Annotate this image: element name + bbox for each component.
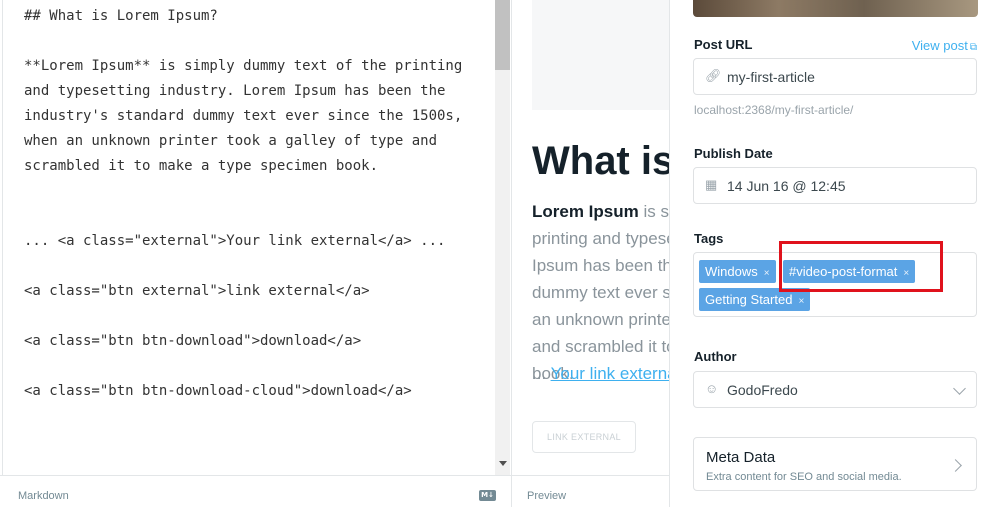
preview-label: Preview — [527, 490, 567, 502]
preview-heading: What is Lorem Ipsum? — [532, 139, 669, 183]
preview-image-placeholder — [532, 0, 669, 110]
user-icon: ☺ — [705, 381, 719, 396]
preview-footer: Preview — [512, 475, 669, 507]
md-line: <a class="btn external">link external</a… — [24, 283, 370, 299]
markdown-help-icon[interactable]: M↓ — [479, 490, 496, 501]
meta-data-button[interactable]: Meta Data Extra content for SEO and soci… — [693, 437, 977, 491]
view-post-link[interactable]: View post ⧉ — [912, 38, 977, 53]
tag-label: Windows — [705, 264, 758, 279]
scroll-down-arrow-icon[interactable] — [499, 461, 507, 466]
preview-bold-text: Lorem Ipsum — [532, 202, 639, 221]
editor-footer: Markdown M↓ — [0, 475, 512, 507]
link-icon: 🔗︎ — [705, 68, 722, 83]
author-value: GodoFredo — [727, 382, 798, 398]
post-url-field[interactable]: 🔗︎ my-first-article — [693, 58, 977, 95]
preview-external-link[interactable]: Your link external — [551, 364, 669, 383]
author-label: Author — [694, 349, 737, 364]
chevron-right-icon — [949, 459, 962, 472]
post-url-value: my-first-article — [727, 69, 815, 85]
markdown-editor[interactable]: ## What is Lorem Ipsum? **Lorem Ipsum** … — [0, 0, 512, 507]
publish-date-field[interactable]: ▦ 14 Jun 16 @ 12:45 — [693, 167, 977, 204]
preview-paragraph-text: is simply dummy text of the printing and… — [532, 202, 669, 383]
tags-label: Tags — [694, 231, 724, 246]
tag-remove-icon[interactable]: × — [764, 268, 770, 279]
md-line: **Lorem Ipsum** is simply dummy text of … — [24, 58, 471, 174]
preview-paragraph: Lorem Ipsum is simply dummy text of the … — [532, 198, 669, 387]
external-link-icon: ⧉ — [969, 42, 977, 53]
preview-pane: What is Lorem Ipsum? Lorem Ipsum is simp… — [512, 0, 669, 507]
tag-windows[interactable]: Windows × — [699, 260, 776, 283]
markdown-text[interactable]: ## What is Lorem Ipsum? **Lorem Ipsum** … — [24, 4, 494, 404]
post-settings-panel: Post URL View post ⧉ 🔗︎ my-first-article … — [669, 0, 993, 507]
md-line: <a class="btn btn-download-cloud">downlo… — [24, 383, 412, 399]
post-url-label: Post URL — [694, 37, 753, 52]
post-url-hint: localhost:2368/my-first-article/ — [694, 103, 854, 117]
preview-link-external-button[interactable]: LINK EXTERNAL — [532, 421, 636, 453]
calendar-icon: ▦ — [705, 177, 718, 192]
meta-data-title: Meta Data — [706, 449, 776, 466]
md-line: ## What is Lorem Ipsum? — [24, 8, 218, 24]
tag-remove-icon[interactable]: × — [798, 296, 804, 307]
feature-image[interactable] — [693, 0, 978, 17]
chevron-down-icon — [953, 382, 966, 395]
publish-date-value: 14 Jun 16 @ 12:45 — [727, 178, 846, 194]
red-highlight-annotation — [779, 241, 943, 292]
publish-date-label: Publish Date — [694, 146, 773, 161]
author-select[interactable]: ☺ GodoFredo — [693, 371, 977, 408]
markdown-label: Markdown — [18, 490, 69, 502]
md-line: ... <a class="external">Your link extern… — [24, 233, 446, 249]
meta-data-subtitle: Extra content for SEO and social media. — [706, 471, 902, 483]
editor-scrollbar[interactable] — [495, 0, 510, 475]
tag-label: Getting Started — [705, 292, 793, 307]
md-line: <a class="btn btn-download">download</a> — [24, 333, 362, 349]
editor-scroll-thumb[interactable] — [495, 0, 510, 70]
editor-left-border — [2, 0, 3, 475]
preview-link-line: ... Your link external — [532, 364, 669, 384]
preview-link-prefix: ... — [532, 364, 551, 383]
view-post-text: View post — [911, 38, 968, 53]
